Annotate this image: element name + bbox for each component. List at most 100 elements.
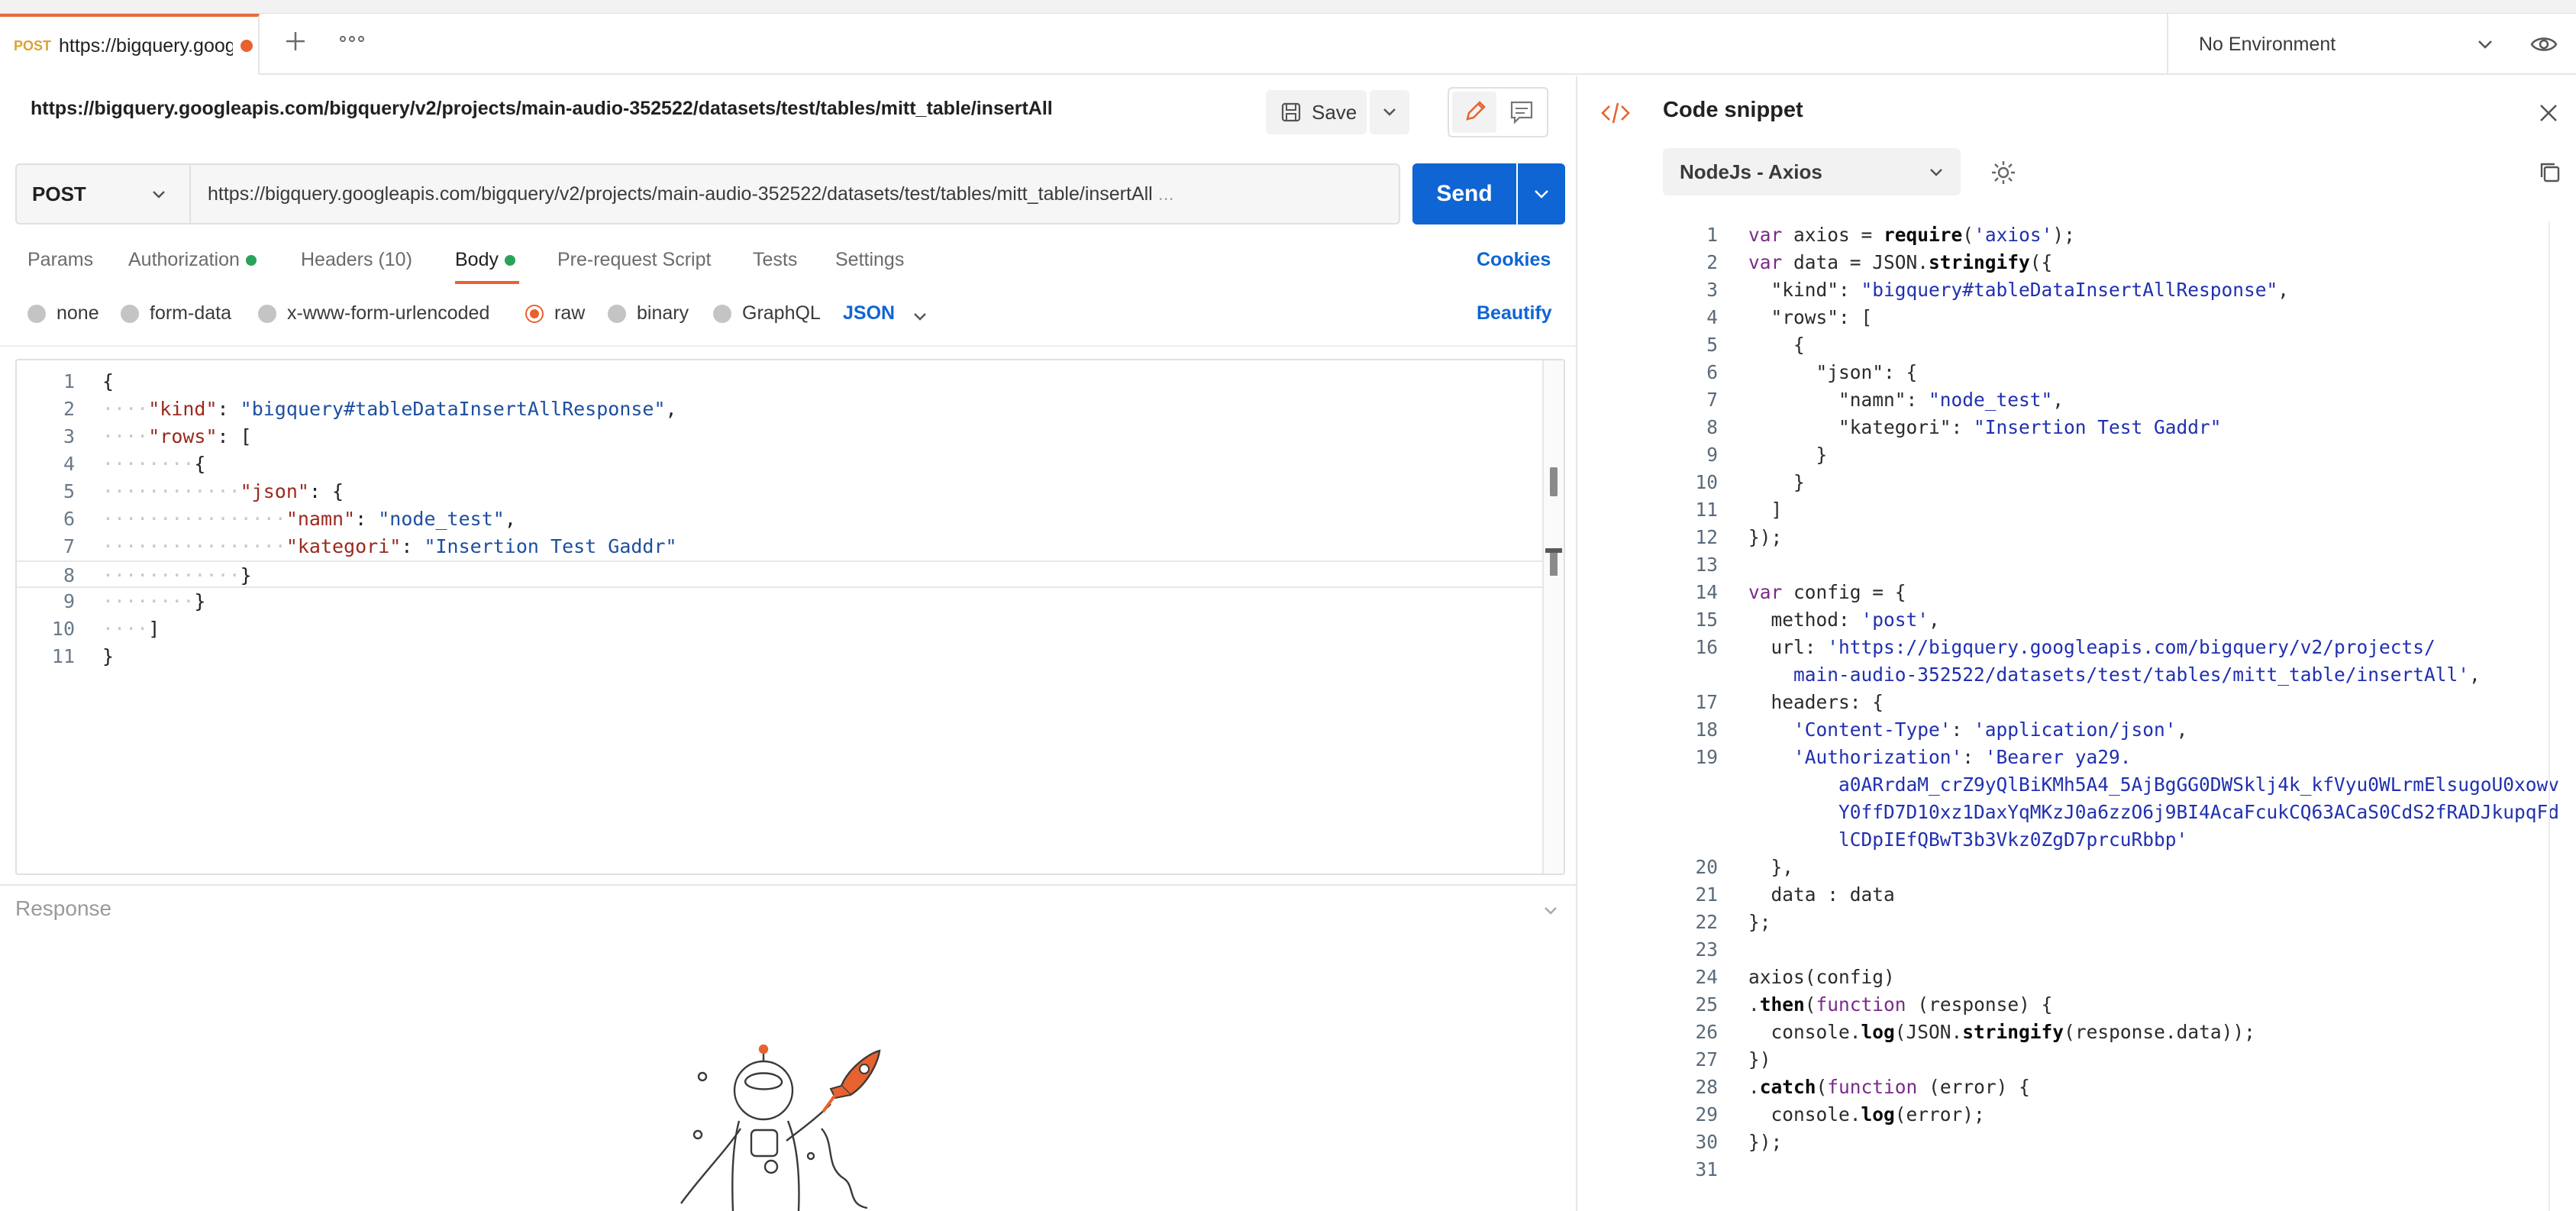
chevron-down-icon[interactable] [2470,29,2500,60]
tab-bar: POST https://bigquery.goog No Environmen… [0,14,2576,75]
status-dot-icon [504,255,515,266]
body-type-options: none form-data x-www-form-urlencoded raw… [0,299,1576,330]
body-type-urlencoded[interactable]: x-www-form-urlencoded [258,302,489,325]
line-number: 21 [1695,883,1718,906]
tab-tests-label: Tests [753,249,798,270]
line-number: 7 [1706,389,1718,411]
code-token: "bigquery#tableDataInsertAllResponse" [1861,279,2278,301]
code-token: , [665,398,677,420]
body-type-graphql[interactable]: GraphQL [713,302,821,325]
tab-authorization-label: Authorization [128,249,240,270]
code-text: .then(function (response) { [1748,991,2052,1019]
code-snippet-body[interactable]: 1 var axios = require('axios'); 2 var data … [1577,221,2570,1211]
copy-icon[interactable] [2538,160,2562,185]
editor-line[interactable]: 7 ················"kategori": "Insertion … [17,533,1542,560]
code-token: "kategori": [1748,416,1974,438]
plus-icon [286,32,305,50]
body-type-none[interactable]: none [27,302,99,325]
editor-line[interactable]: 8 ············} [17,560,1542,588]
code-token: , [2176,719,2188,741]
code-text: ····"rows": [ [102,423,252,450]
tab-headers[interactable]: Headers (10) [301,249,412,271]
snippet-scrollbar[interactable] [2549,221,2576,1211]
code-token: ( [1804,993,1816,1016]
body-type-binary[interactable]: binary [608,302,689,325]
code-text: }); [1748,1129,1782,1156]
divider [0,884,1576,886]
save-dropdown-button[interactable] [1370,90,1409,134]
response-section-title[interactable]: Response [15,896,111,921]
body-type-form-data[interactable]: form-data [121,302,231,325]
comments-button[interactable] [1499,92,1544,133]
code-token: then [1759,993,1805,1016]
code-text: ········{ [102,450,205,478]
line-number: 4 [63,453,75,475]
code-token: { [102,370,115,392]
request-tab[interactable]: POST https://bigquery.goog [0,14,260,75]
save-icon [1281,102,1301,122]
tab-params[interactable]: Params [27,249,93,271]
raw-language-select[interactable]: JSON [843,302,895,325]
snippet-language-select[interactable]: NodeJs - Axios [1663,148,1961,195]
tab-tests[interactable]: Tests [753,249,797,271]
editor-line[interactable]: 4 ········{ [17,450,1542,478]
beautify-link[interactable]: Beautify [1477,302,1552,325]
chevron-down-icon[interactable] [909,305,931,328]
send-dropdown-button[interactable] [1518,163,1565,224]
tab-body[interactable]: Body [455,249,515,271]
snippet-language-value: NodeJs - Axios [1680,160,1822,183]
code-token: 'Bearer ya29. [1984,746,2132,768]
tab-settings[interactable]: Settings [835,249,904,271]
radio-icon [121,304,139,323]
url-input[interactable]: https://bigquery.googleapis.com/bigquery… [191,163,1400,224]
code-token: } [1748,471,1805,493]
line-number: 13 [1695,554,1718,576]
editor-scrollbar[interactable] [1542,360,1564,874]
chevron-down-icon[interactable] [1539,899,1562,922]
code-text: ················"kategori": "Insertion T… [102,533,677,560]
code-text: main-audio-352522/datasets/test/tables/m… [1748,661,2481,689]
tab-authorization[interactable]: Authorization [128,249,257,271]
edit-mode-button[interactable] [1452,92,1496,133]
editor-line[interactable]: 5 ············"json": { [17,478,1542,505]
code-text: }) [1748,1046,1771,1074]
cookies-link[interactable]: Cookies [1477,249,1551,271]
gear-icon[interactable] [1990,159,2017,186]
scrollbar-thumb[interactable] [1550,553,1558,576]
code-token: headers: { [1748,691,1884,713]
editor-line[interactable]: 11} [17,643,1542,670]
radio-icon [713,304,731,323]
editor-line[interactable]: 6 ················"namn": "node_test", [17,505,1542,533]
request-tab-title: https://bigquery.goog [59,34,234,57]
tab-more-button[interactable] [333,27,371,61]
line-number: 17 [1695,691,1718,713]
code-token: ] [148,618,160,640]
close-icon[interactable] [2535,99,2562,127]
code-text: }, [1748,854,1794,881]
editor-line[interactable]: 10 ····] [17,615,1542,643]
eye-icon[interactable] [2527,27,2561,61]
code-token: ················ [102,508,286,530]
code-token: (error); [1894,1103,1985,1125]
request-name[interactable]: https://bigquery.googleapis.com/bigquery… [31,98,1053,120]
code-token: , [2277,279,2290,301]
body-type-raw[interactable]: raw [525,302,585,325]
tab-prerequest-script[interactable]: Pre-request Script [557,249,711,271]
new-tab-button[interactable] [276,27,315,61]
code-token: var [1748,251,1794,273]
editor-line[interactable]: 1{ [17,368,1542,396]
editor-line[interactable]: 2 ····"kind": "bigquery#tableDataInsertAl… [17,396,1542,423]
send-button[interactable]: Send [1412,163,1516,224]
code-token: 'https://bigquery.googleapis.com/bigquer… [1827,636,2436,658]
code-token: Y0ffD7D10xz1DaxYqMKzJ0a6zzO6j9BI4AcaFcuk… [1748,801,2560,823]
editor-line[interactable]: 3 ····"rows": [ [17,423,1542,450]
http-method-select[interactable]: POST [15,163,191,224]
editor-line[interactable]: 9 ········} [17,588,1542,615]
body-editor[interactable]: 1{2 ····"kind": "bigquery#tableDataInsert… [15,359,1565,875]
code-token: (response.data)); [2064,1021,2255,1043]
save-button[interactable]: Save [1266,90,1367,134]
code-text: lCDpIEfQBwT3b3Vkz0ZgD7prcuRbbp' [1748,826,2187,854]
code-text: axios(config) [1748,964,1895,991]
astronaut-illustration [680,1045,881,1211]
